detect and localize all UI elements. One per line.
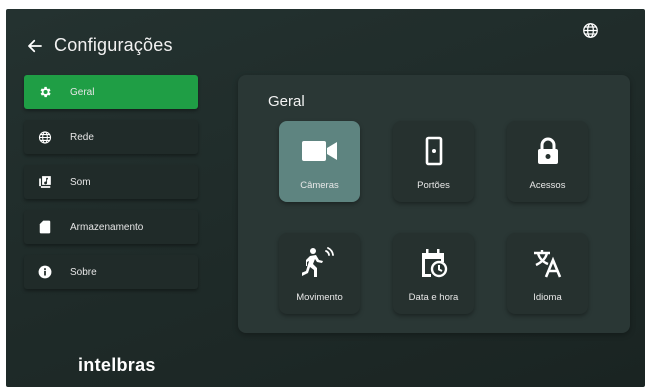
language-globe-icon[interactable] — [582, 22, 599, 39]
tile-movimento[interactable]: Movimento — [279, 233, 360, 314]
tile-label: Portões — [417, 180, 450, 191]
settings-screen: Configurações Geral Rede Som Armazenamen… — [6, 9, 645, 387]
sidebar-item-label: Sobre — [70, 266, 97, 278]
brand-logo: intelbras — [78, 355, 156, 375]
sidebar-item-label: Som — [70, 176, 91, 188]
calendar-clock-icon — [414, 248, 454, 278]
tile-data-e-hora[interactable]: Data e hora — [393, 233, 474, 314]
globe-icon — [38, 130, 52, 144]
settings-sidebar: Geral Rede Som Armazenamento Sobre — [24, 75, 198, 300]
sidebar-item-label: Geral — [70, 86, 95, 98]
tile-label: Movimento — [296, 292, 343, 303]
video-camera-icon — [300, 136, 340, 166]
sidebar-item-som[interactable]: Som — [24, 165, 198, 199]
tile-label: Idioma — [533, 292, 562, 303]
sidebar-item-geral[interactable]: Geral — [24, 75, 198, 109]
page-title: Configurações — [54, 35, 173, 55]
sd-card-icon — [38, 220, 52, 234]
tile-label: Câmeras — [300, 180, 339, 191]
tile-idioma[interactable]: Idioma — [507, 233, 588, 314]
general-settings-panel: Geral Câmeras Portões Acessos Movimento — [238, 75, 630, 333]
tile-cameras[interactable]: Câmeras — [279, 121, 360, 202]
motion-sensor-icon — [300, 247, 340, 278]
panel-title: Geral — [268, 93, 305, 110]
door-icon — [414, 136, 454, 166]
info-icon — [38, 265, 52, 279]
tile-acessos[interactable]: Acessos — [507, 121, 588, 202]
sidebar-item-sobre[interactable]: Sobre — [24, 255, 198, 289]
lock-icon — [528, 136, 568, 166]
header: Configurações — [26, 35, 173, 56]
tile-label: Data e hora — [408, 292, 459, 303]
translate-icon — [528, 248, 568, 278]
back-arrow-icon[interactable] — [26, 37, 44, 55]
sidebar-item-armazenamento[interactable]: Armazenamento — [24, 210, 198, 244]
music-library-icon — [38, 175, 52, 189]
sidebar-item-label: Armazenamento — [70, 221, 144, 233]
sidebar-item-label: Rede — [70, 131, 94, 143]
tile-portoes[interactable]: Portões — [393, 121, 474, 202]
tile-label: Acessos — [529, 180, 566, 191]
sidebar-item-rede[interactable]: Rede — [24, 120, 198, 154]
gear-icon — [38, 85, 52, 99]
